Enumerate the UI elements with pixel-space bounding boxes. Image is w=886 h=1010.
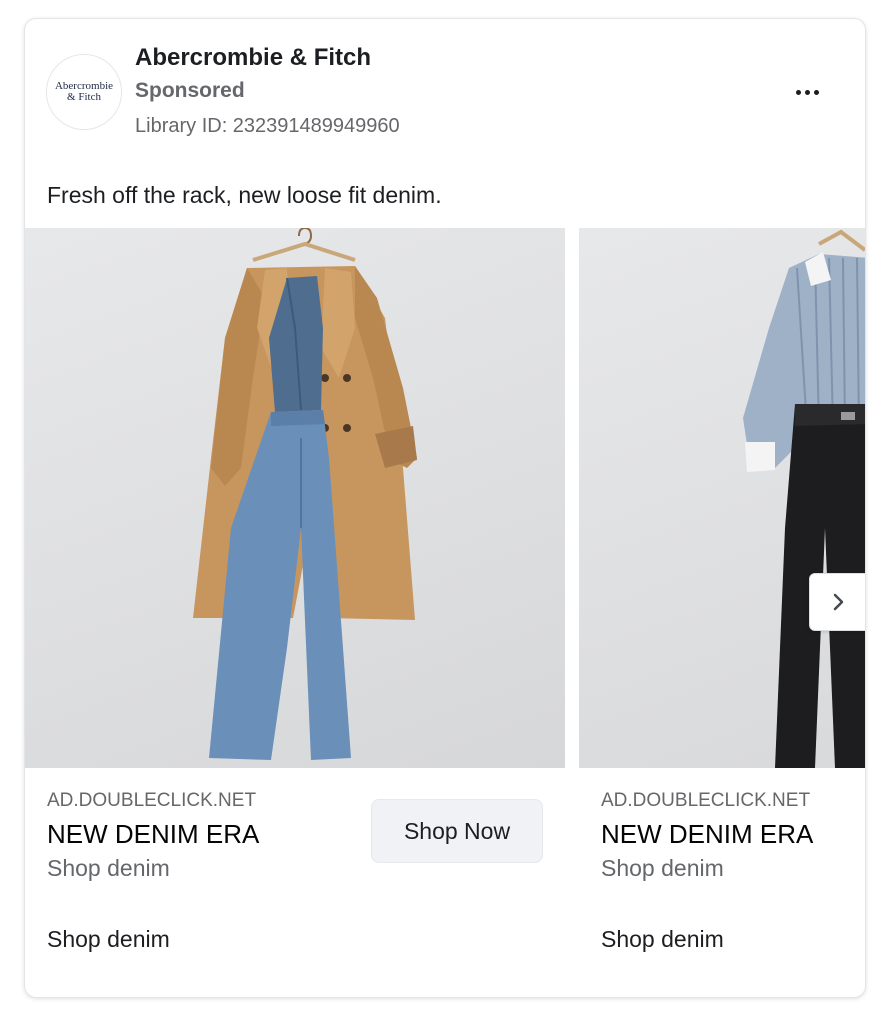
outfit-illustration (193, 228, 417, 760)
card-description: Shop denim (47, 855, 170, 881)
card-domain: AD.DOUBLECLICK.NET (47, 790, 257, 811)
post-body-text: Fresh off the rack, new loose fit denim. (47, 182, 442, 208)
ad-card: Abercrombie & Fitch Abercrombie & Fitch … (24, 18, 866, 998)
carousel: AD.DOUBLECLICK.NET NEW DENIM ERA Shop de… (25, 228, 865, 997)
card-description: Shop denim (601, 855, 724, 881)
advertiser-avatar[interactable]: Abercrombie & Fitch (46, 54, 122, 130)
outfit-illustration (743, 229, 865, 768)
card-footer-text: Shop denim (601, 926, 724, 952)
more-options-icon[interactable] (787, 77, 827, 107)
carousel-card[interactable]: AD.DOUBLECLICK.NET NEW DENIM ERA Shop de… (25, 228, 565, 997)
card-headline[interactable]: NEW DENIM ERA (601, 819, 813, 850)
library-id: Library ID: 232391489949960 (135, 115, 400, 137)
card-headline[interactable]: NEW DENIM ERA (47, 819, 259, 850)
ad-header: Abercrombie & Fitch Abercrombie & Fitch … (25, 19, 865, 159)
avatar-logo-text: & Fitch (67, 91, 101, 103)
chevron-right-icon (833, 593, 844, 611)
advertiser-name[interactable]: Abercrombie & Fitch (135, 44, 371, 72)
sponsored-label: Sponsored (135, 79, 245, 102)
product-image[interactable] (579, 228, 865, 768)
card-domain: AD.DOUBLECLICK.NET (601, 790, 811, 811)
card-footer-text: Shop denim (47, 926, 170, 952)
carousel-next-button[interactable] (809, 573, 865, 631)
product-image[interactable] (25, 228, 565, 768)
shop-now-button[interactable]: Shop Now (371, 799, 543, 863)
